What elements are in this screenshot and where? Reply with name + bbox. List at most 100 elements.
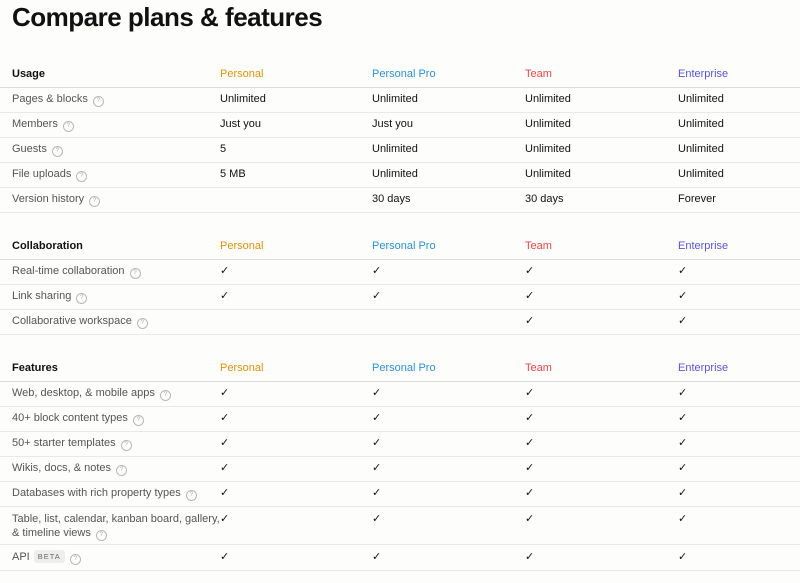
section-title: Features — [12, 362, 58, 374]
table-row: Pages & blocks? Unlimited Unlimited Unli… — [0, 87, 800, 113]
check-icon: ✓ — [372, 437, 382, 449]
value-team: Unlimited — [525, 168, 571, 180]
check-icon: ✓ — [372, 487, 382, 499]
feature-label: Collaborative workspace — [12, 315, 132, 327]
help-icon[interactable]: ? — [69, 554, 81, 565]
check-icon: ✓ — [678, 265, 688, 277]
features-header-row: Features Personal Personal Pro Team Ente… — [0, 356, 800, 382]
value-personal: Unlimited — [220, 93, 266, 105]
plan-team-label: Team — [525, 362, 552, 374]
feature-label: 50+ starter templates — [12, 437, 116, 449]
plan-personal-pro-label: Personal Pro — [372, 362, 436, 374]
feature-label: Table, list, calendar, kanban board, gal… — [12, 513, 220, 525]
table-row: Table, list, calendar, kanban board, gal… — [0, 506, 800, 545]
help-icon[interactable]: ? — [185, 490, 197, 501]
feature-label: Wikis, docs, & notes — [12, 462, 112, 474]
check-icon: ✓ — [525, 265, 535, 277]
value-personal-pro: Unlimited — [372, 168, 418, 180]
feature-label: Link sharing — [12, 290, 72, 302]
help-icon[interactable]: ? — [76, 171, 88, 182]
value-personal: Just you — [220, 118, 261, 130]
table-row: Real-time collaboration? ✓ ✓ ✓ ✓ — [0, 259, 800, 285]
help-icon[interactable]: ? — [51, 146, 63, 157]
plan-personal-pro-label: Personal Pro — [372, 68, 436, 80]
check-icon: ✓ — [525, 412, 535, 424]
plan-team-label: Team — [525, 68, 552, 80]
check-icon: ✓ — [220, 551, 230, 563]
section-title: Collaboration — [12, 240, 83, 252]
check-icon: ✓ — [678, 462, 688, 474]
check-icon: ✓ — [678, 487, 688, 499]
plan-enterprise-label: Enterprise — [678, 240, 729, 252]
help-icon[interactable]: ? — [159, 390, 171, 401]
feature-label: Pages & blocks — [12, 93, 88, 105]
check-icon: ✓ — [525, 487, 535, 499]
table-row: Databases with rich property types? ✓ ✓ … — [0, 481, 800, 507]
feature-label-continued: & timeline views — [12, 527, 91, 539]
feature-label: 40+ block content types — [12, 412, 128, 424]
check-icon: ✓ — [525, 437, 535, 449]
table-row: Wikis, docs, & notes? ✓ ✓ ✓ ✓ — [0, 456, 800, 482]
value-personal-pro: Unlimited — [372, 93, 418, 105]
value-team: Unlimited — [525, 93, 571, 105]
check-icon: ✓ — [678, 437, 688, 449]
help-icon[interactable]: ? — [95, 530, 107, 541]
check-icon: ✓ — [678, 387, 688, 399]
value-personal: 5 — [220, 143, 227, 155]
help-icon[interactable]: ? — [76, 293, 88, 304]
check-icon: ✓ — [372, 462, 382, 474]
check-icon: ✓ — [525, 513, 535, 525]
check-icon: ✓ — [678, 290, 688, 302]
check-icon: ✓ — [525, 315, 535, 327]
check-icon: ✓ — [372, 290, 382, 302]
help-icon[interactable]: ? — [116, 465, 128, 476]
value-personal-pro: Just you — [372, 118, 413, 130]
plan-personal-label: Personal — [220, 362, 264, 374]
help-icon[interactable]: ? — [62, 121, 74, 132]
plan-enterprise-label: Enterprise — [678, 68, 729, 80]
table-row: File uploads? 5 MB Unlimited Unlimited U… — [0, 162, 800, 188]
check-icon: ✓ — [372, 513, 382, 525]
check-icon: ✓ — [678, 315, 688, 327]
feature-label: Databases with rich property types — [12, 487, 181, 499]
value-team: 30 days — [525, 193, 564, 205]
feature-label: Version history — [12, 193, 85, 205]
plan-enterprise-label: Enterprise — [678, 362, 729, 374]
help-icon[interactable]: ? — [89, 196, 101, 207]
page-title: Compare plans & features — [12, 2, 323, 32]
check-icon: ✓ — [220, 265, 230, 277]
check-icon: ✓ — [678, 513, 688, 525]
help-icon[interactable]: ? — [120, 440, 132, 451]
plan-personal-label: Personal — [220, 240, 264, 252]
value-enterprise: Unlimited — [678, 93, 724, 105]
value-enterprise: Unlimited — [678, 143, 724, 155]
usage-header-row: Usage Personal Personal Pro Team Enterpr… — [0, 62, 800, 88]
table-row: Web, desktop, & mobile apps? ✓ ✓ ✓ ✓ — [0, 381, 800, 407]
table-row: Guests? 5 Unlimited Unlimited Unlimited — [0, 137, 800, 163]
plan-personal-label: Personal — [220, 68, 264, 80]
value-enterprise: Unlimited — [678, 118, 724, 130]
check-icon: ✓ — [372, 551, 382, 563]
check-icon: ✓ — [525, 462, 535, 474]
table-row: 40+ block content types? ✓ ✓ ✓ ✓ — [0, 406, 800, 432]
table-row: Members? Just you Just you Unlimited Unl… — [0, 112, 800, 138]
value-personal-pro: 30 days — [372, 193, 411, 205]
feature-label: Web, desktop, & mobile apps — [12, 387, 155, 399]
value-team: Unlimited — [525, 118, 571, 130]
check-icon: ✓ — [525, 290, 535, 302]
help-icon[interactable]: ? — [132, 415, 144, 426]
value-personal-pro: Unlimited — [372, 143, 418, 155]
check-icon: ✓ — [372, 265, 382, 277]
table-row: 50+ starter templates? ✓ ✓ ✓ ✓ — [0, 431, 800, 457]
check-icon: ✓ — [220, 437, 230, 449]
value-personal: 5 MB — [220, 168, 246, 180]
feature-label: Guests — [12, 143, 47, 155]
help-icon[interactable]: ? — [129, 268, 141, 279]
plan-team-label: Team — [525, 240, 552, 252]
feature-label: File uploads — [12, 168, 72, 180]
help-icon[interactable]: ? — [136, 318, 148, 329]
table-row: Version history? 30 days 30 days Forever — [0, 187, 800, 213]
check-icon: ✓ — [678, 551, 688, 563]
help-icon[interactable]: ? — [92, 96, 104, 107]
check-icon: ✓ — [220, 290, 230, 302]
